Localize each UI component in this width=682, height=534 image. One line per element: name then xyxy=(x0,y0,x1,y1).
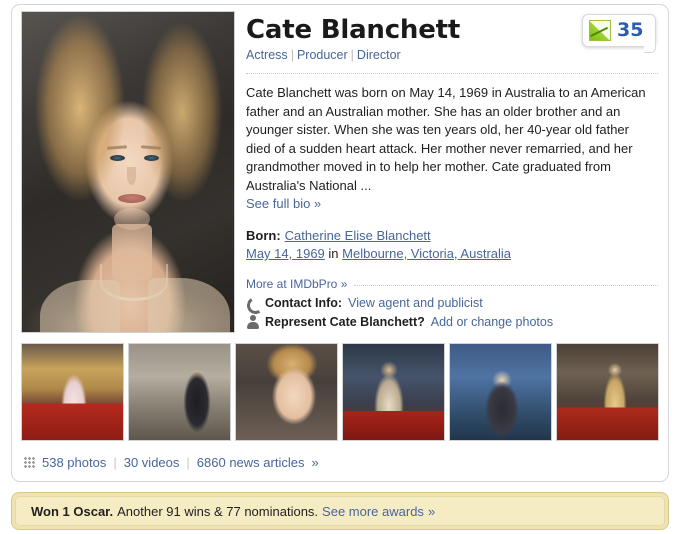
portrait-detail-eye-right xyxy=(144,155,159,161)
role-link-actress[interactable]: Actress xyxy=(246,48,288,62)
line-chart-icon xyxy=(589,20,611,41)
imdbpro-divider xyxy=(354,284,658,286)
stats-separator-2: | xyxy=(186,455,190,470)
grid-icon xyxy=(24,457,35,468)
awards-won-text: Won 1 Oscar. xyxy=(31,503,114,519)
represent-label: Represent Cate Blanchett? xyxy=(265,315,425,329)
role-separator-1: | xyxy=(290,48,294,62)
born-name-row: Born: Catherine Elise Blanchett xyxy=(246,227,658,245)
thumbnail-4[interactable] xyxy=(342,343,445,441)
photos-count-link[interactable]: 538 photos xyxy=(42,455,106,470)
born-block: Born: Catherine Elise Blanchett May 14, 1… xyxy=(246,227,658,263)
born-date-row: May 14, 1969 in Melbourne, Victoria, Aus… xyxy=(246,245,658,263)
name-and-meter-row: Cate Blanchett Actress | Producer | Director… xyxy=(246,14,658,62)
phone-icon xyxy=(246,296,259,310)
star-meter-badge[interactable]: 35 xyxy=(582,14,656,53)
thumbnail-3[interactable] xyxy=(235,343,338,441)
contact-info-label: Contact Info: xyxy=(265,296,343,310)
role-separator-2: | xyxy=(350,48,354,62)
person-info-column: Cate Blanchett Actress | Producer | Director… xyxy=(246,14,658,329)
name-block: Cate Blanchett Actress | Producer | Director xyxy=(246,15,460,62)
page-title: Cate Blanchett xyxy=(246,15,461,45)
portrait-detail-brow-right xyxy=(140,145,162,150)
thumbnail-1[interactable] xyxy=(21,343,124,441)
stats-chevron-icon: » xyxy=(311,455,319,470)
thumbnail-4-image xyxy=(343,344,444,440)
news-articles-count-link[interactable]: 6860 news articles xyxy=(197,455,305,470)
profile-card: Cate Blanchett Actress | Producer | Director… xyxy=(11,4,669,482)
role-link-producer[interactable]: Producer xyxy=(297,48,348,62)
born-in-word: in xyxy=(328,246,339,261)
star-meter-value: 35 xyxy=(617,19,644,41)
portrait-detail-brow-left xyxy=(106,145,128,150)
portrait-image xyxy=(22,12,234,332)
stats-separator-1: | xyxy=(113,455,117,470)
view-agent-and-publicist-link[interactable]: View agent and publicist xyxy=(348,296,483,310)
born-label: Born: xyxy=(246,228,281,243)
born-date-link[interactable]: May 14, 1969 xyxy=(246,246,325,261)
see-more-awards-link[interactable]: See more awards xyxy=(322,504,424,519)
header-divider xyxy=(246,73,658,74)
imdbpro-row: More at IMDbPro » xyxy=(246,277,658,291)
awards-banner-inner: Won 1 Oscar. Another 91 wins & 77 nomina… xyxy=(15,496,665,526)
thumbnail-1-image xyxy=(22,344,123,440)
biography-text: Cate Blanchett was born on May 14, 1969 … xyxy=(246,85,646,193)
awards-chevron-icon: » xyxy=(427,503,436,519)
portrait-detail-eye-left xyxy=(110,155,125,161)
more-at-imdbpro-link[interactable]: More at IMDbPro » xyxy=(246,277,347,291)
awards-banner: Won 1 Oscar. Another 91 wins & 77 nomina… xyxy=(11,492,669,530)
photo-thumbnail-strip xyxy=(21,343,659,441)
thumbnail-2[interactable] xyxy=(128,343,231,441)
born-place-link[interactable]: Melbourne, Victoria, Australia xyxy=(342,246,511,261)
born-full-name-link[interactable]: Catherine Elise Blanchett xyxy=(285,228,431,243)
videos-count-link[interactable]: 30 videos xyxy=(124,455,180,470)
thumbnail-6-image xyxy=(557,344,658,440)
thumbnail-5-image xyxy=(450,344,551,440)
contact-info-row: Contact Info: View agent and publicist xyxy=(246,296,658,310)
imdb-person-page: Cate Blanchett Actress | Producer | Director… xyxy=(0,0,682,534)
role-link-director[interactable]: Director xyxy=(357,48,401,62)
portrait-detail-shoulder-right xyxy=(148,278,230,332)
see-full-bio-link[interactable]: See full bio » xyxy=(246,196,658,211)
media-stats-row: 538 photos | 30 videos | 6860 news artic… xyxy=(24,455,319,470)
primary-portrait-photo[interactable] xyxy=(21,11,235,333)
thumbnail-6[interactable] xyxy=(556,343,659,441)
thumbnail-3-image xyxy=(236,344,337,440)
awards-detail-text: Another 91 wins & 77 nominations. xyxy=(117,503,319,519)
thumbnail-2-image xyxy=(129,344,230,440)
portrait-detail-nose xyxy=(127,167,136,185)
job-titles: Actress | Producer | Director xyxy=(246,48,460,62)
portrait-detail-shoulder-left xyxy=(40,280,120,332)
add-or-change-photos-link[interactable]: Add or change photos xyxy=(431,315,553,329)
portrait-detail-lips xyxy=(118,194,146,203)
person-icon xyxy=(246,315,259,329)
thumbnail-5[interactable] xyxy=(449,343,552,441)
represent-row: Represent Cate Blanchett? Add or change … xyxy=(246,315,658,329)
